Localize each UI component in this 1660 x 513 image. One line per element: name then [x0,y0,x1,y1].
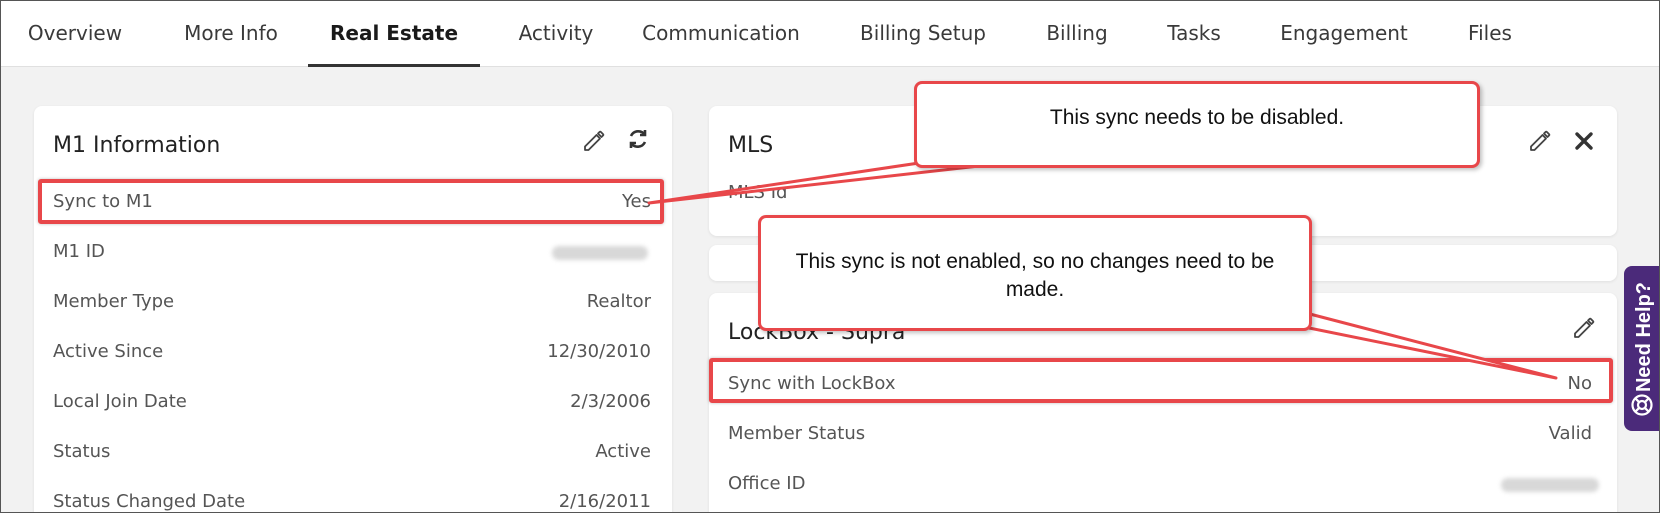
app-frame: Overview More Info Real Estate Activity … [0,0,1660,513]
callout-top: This sync needs to be disabled. [914,81,1480,168]
need-help-label: Need Help? [1633,281,1655,393]
lifebuoy-icon [1631,394,1653,416]
need-help-tab[interactable]: Need Help? [1624,266,1659,431]
callout-bottom: This sync is not enabled, so no changes … [758,215,1312,331]
